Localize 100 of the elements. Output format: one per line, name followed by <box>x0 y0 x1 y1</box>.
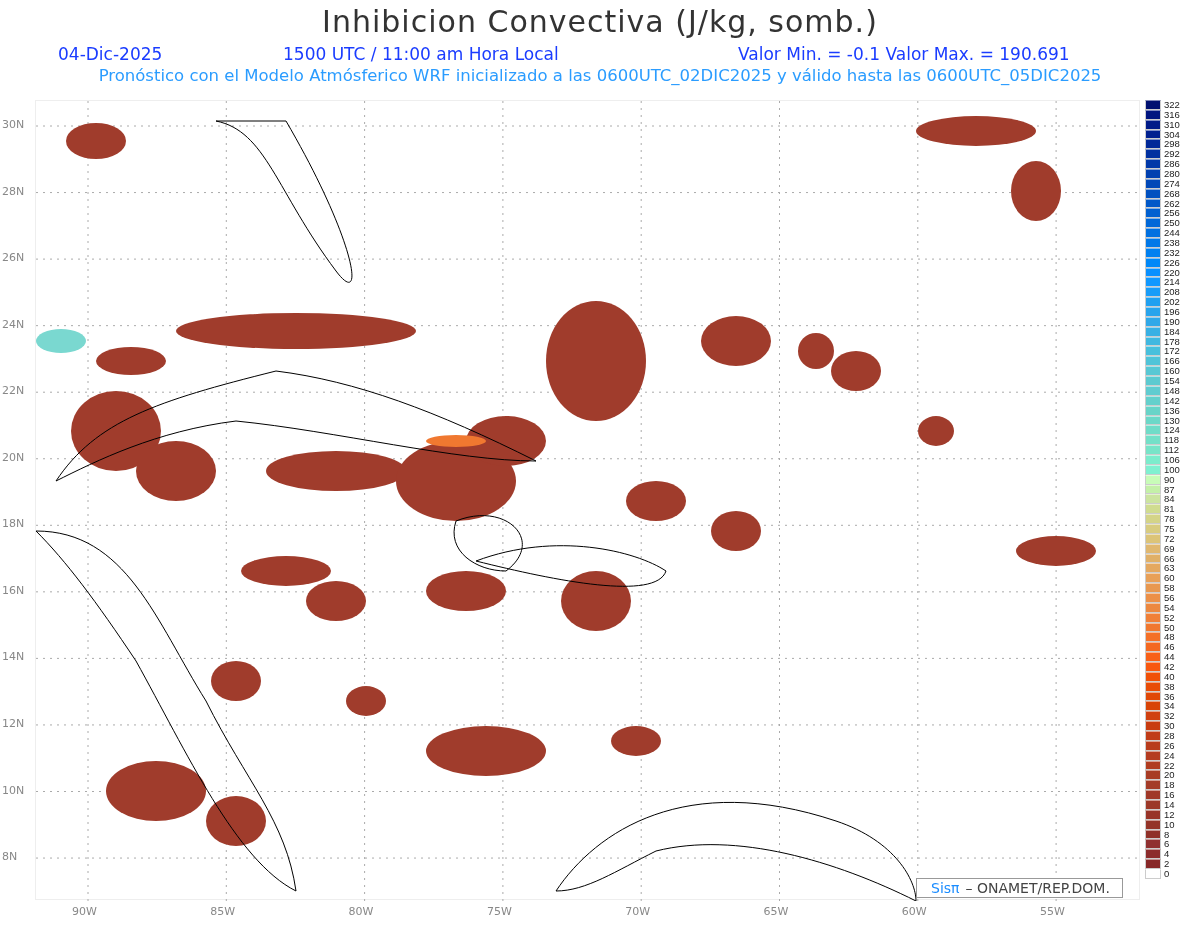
legend-label: 178 <box>1164 336 1180 347</box>
longitude-label: 70W <box>625 905 651 918</box>
legend-label: 112 <box>1164 445 1180 455</box>
legend-label: 14 <box>1164 800 1175 810</box>
legend-label: 84 <box>1164 494 1175 505</box>
legend-label: 100 <box>1164 464 1180 475</box>
latitude-label: 12N <box>2 716 25 730</box>
chart-title: Inhibicion Convectiva (J/kg, somb.) <box>321 3 879 41</box>
latitude-label: 28N <box>2 184 25 198</box>
legend-label: 256 <box>1164 208 1180 219</box>
legend-label: 46 <box>1164 642 1175 653</box>
legend-label: 44 <box>1164 652 1175 662</box>
longitude-label: 80W <box>348 905 374 918</box>
legend-label: 52 <box>1164 612 1175 623</box>
legend-label: 202 <box>1164 297 1180 308</box>
legend-label: 42 <box>1164 662 1175 672</box>
legend-label: 292 <box>1164 149 1180 160</box>
legend-label: 160 <box>1164 366 1180 377</box>
legend-label: 22 <box>1164 760 1175 771</box>
latitude-label: 18N <box>2 517 25 531</box>
legend-label: 40 <box>1164 671 1175 682</box>
latitude-label: 16N <box>2 583 25 597</box>
legend-label: 75 <box>1164 523 1175 534</box>
legend-label: 322 <box>1164 100 1180 110</box>
legend-label: 280 <box>1164 169 1180 179</box>
legend-label: 286 <box>1164 159 1180 170</box>
legend-label: 18 <box>1164 780 1175 791</box>
legend-label: 214 <box>1164 277 1180 288</box>
legend-label: 12 <box>1164 809 1175 820</box>
legend-label: 2 <box>1164 859 1170 870</box>
legend-label: 81 <box>1164 504 1175 515</box>
legend-label: 36 <box>1164 691 1175 702</box>
legend-label: 208 <box>1164 287 1180 298</box>
legend-label: 310 <box>1164 119 1180 130</box>
legend-label: 196 <box>1164 307 1180 317</box>
latitude-label: 24N <box>2 317 25 331</box>
longitude-label: 85W <box>210 905 236 918</box>
credit-text: – ONAMET/REP.DOM. <box>965 880 1110 896</box>
legend-label: 78 <box>1164 514 1175 524</box>
legend-label: 48 <box>1164 632 1175 643</box>
legend-label: 50 <box>1164 622 1175 633</box>
legend-label: 172 <box>1164 346 1180 357</box>
latitude-label: 30N <box>2 118 25 131</box>
longitude-label: 65W <box>763 905 789 918</box>
legend-label: 63 <box>1164 563 1175 574</box>
legend-label: 298 <box>1164 139 1180 150</box>
longitude-label: 75W <box>486 905 512 918</box>
legend-label: 26 <box>1164 740 1175 751</box>
legend-label: 10 <box>1164 819 1175 830</box>
legend-label: 60 <box>1164 573 1175 584</box>
legend-label: 316 <box>1164 109 1180 120</box>
legend-label: 16 <box>1164 790 1175 801</box>
legend-label: 136 <box>1164 405 1180 416</box>
legend-label: 226 <box>1164 257 1180 268</box>
legend-label: 244 <box>1164 228 1180 239</box>
time-label: 1500 UTC / 11:00 am Hora Local <box>283 44 559 64</box>
legend-label: 238 <box>1164 238 1180 248</box>
legend-label: 106 <box>1164 454 1180 465</box>
forecast-subtitle: Pronóstico con el Modelo Atmósferico WRF inicializado a las 0600UTC_02DIC2025 y válido hasta las 0600UTC_05DIC2025 <box>97 66 1103 87</box>
legend-label: 268 <box>1164 188 1180 199</box>
legend-label: 28 <box>1164 731 1175 741</box>
legend-label: 56 <box>1164 592 1175 603</box>
legend-label: 87 <box>1164 484 1175 495</box>
legend-label: 66 <box>1164 553 1175 564</box>
legend-label: 0 <box>1164 869 1170 879</box>
longitude-label: 55W <box>1040 905 1065 918</box>
legend-label: 6 <box>1164 839 1170 850</box>
legend-label: 20 <box>1164 770 1175 781</box>
date-label: 04-Dic-2025 <box>58 44 163 64</box>
legend-label: 8 <box>1164 829 1170 840</box>
legend-label: 190 <box>1164 316 1180 327</box>
legend-label: 232 <box>1164 247 1180 258</box>
legend-label: 274 <box>1164 178 1180 189</box>
legend-label: 118 <box>1164 435 1180 446</box>
legend-label: 124 <box>1164 425 1180 436</box>
legend-label: 4 <box>1164 849 1170 860</box>
legend-label: 24 <box>1164 750 1175 761</box>
legend-label: 304 <box>1164 129 1180 140</box>
legend-label: 58 <box>1164 583 1175 593</box>
legend-label: 54 <box>1164 602 1175 613</box>
legend-label: 250 <box>1164 218 1180 229</box>
value-range-label: Valor Min. = -0.1 Valor Max. = 190.691 <box>738 44 1070 64</box>
legend-label: 90 <box>1164 474 1175 485</box>
latitude-label: 20N <box>2 450 25 464</box>
legend-label: 220 <box>1164 267 1180 278</box>
legend-label: 154 <box>1164 376 1180 386</box>
legend-label: 32 <box>1164 711 1175 722</box>
latitude-label: 22N <box>2 384 25 398</box>
longitude-label: 90W <box>72 905 97 918</box>
latitude-label: 14N <box>2 650 25 664</box>
legend-label: 38 <box>1164 681 1175 692</box>
legend-label: 184 <box>1164 326 1180 337</box>
legend-label: 69 <box>1164 543 1175 554</box>
logo-text: Sisπ <box>931 880 960 896</box>
legend-label: 72 <box>1164 533 1175 544</box>
longitude-label: 60W <box>901 905 927 918</box>
legend-label: 262 <box>1164 198 1180 209</box>
legend-label: 130 <box>1164 415 1180 426</box>
legend-label: 166 <box>1164 356 1180 367</box>
legend-label: 34 <box>1164 701 1175 712</box>
